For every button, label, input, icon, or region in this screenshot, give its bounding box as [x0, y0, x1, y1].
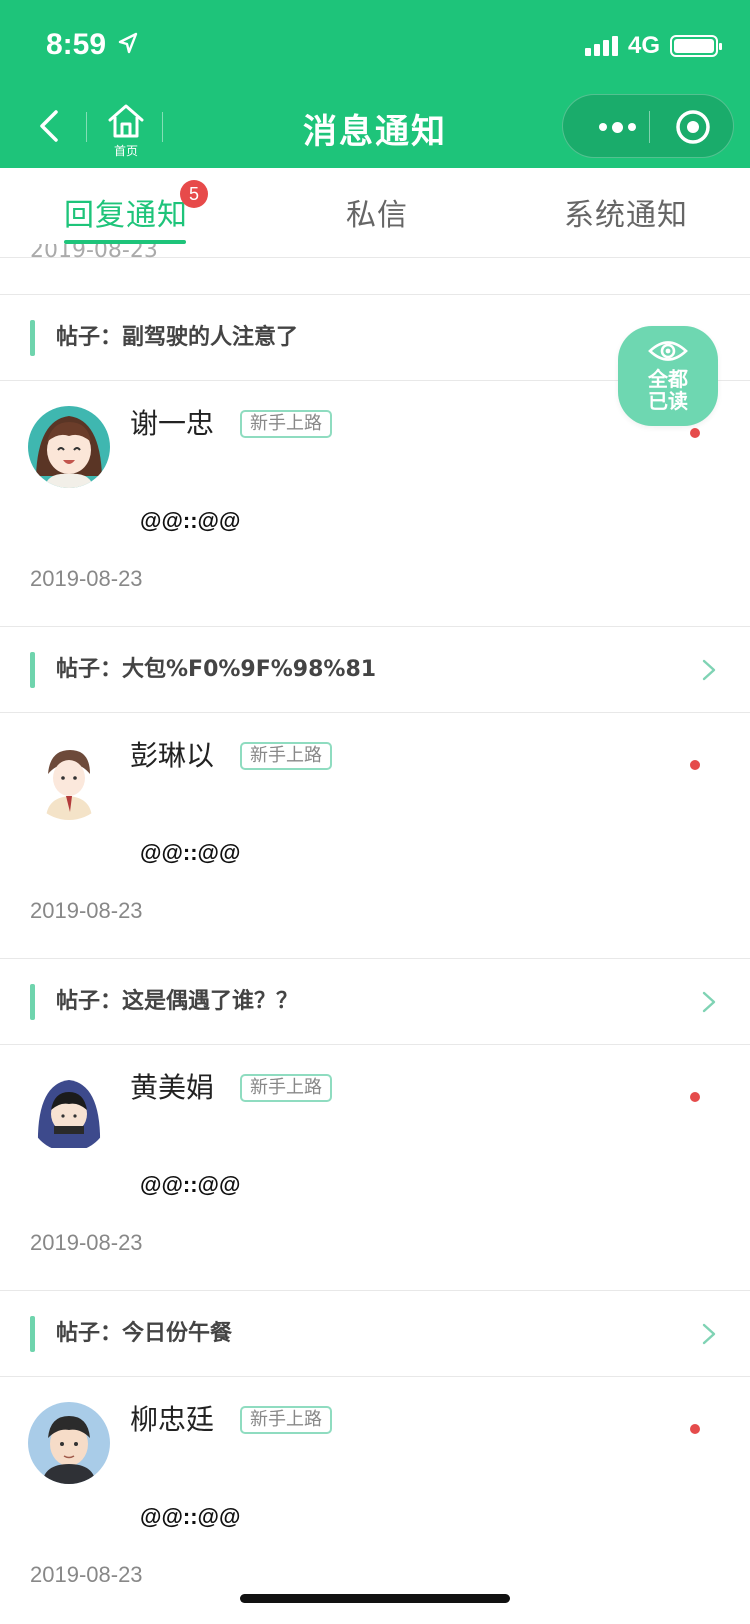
mark-all-read-label: 全都 已读: [618, 368, 718, 412]
mark-all-read-button[interactable]: 全都 已读: [618, 326, 718, 426]
avatar[interactable]: [28, 406, 110, 488]
post-link-row[interactable]: 帖子：大包%F0%9F%98%81: [0, 628, 750, 712]
reply-date: 2019-08-23: [30, 898, 143, 923]
unread-dot: [690, 1092, 700, 1102]
user-level-badge: 新手上路: [240, 1074, 332, 1102]
eye-icon: [648, 341, 688, 361]
unread-dot: [690, 428, 700, 438]
user-level-badge: 新手上路: [240, 1406, 332, 1434]
unread-dot: [690, 760, 700, 770]
username: 彭琳以: [130, 739, 215, 772]
location-arrow-icon: [118, 32, 138, 54]
tab-system-notifications[interactable]: 系统通知: [564, 190, 688, 234]
close-miniprogram-button[interactable]: [673, 107, 713, 147]
divider: [0, 1044, 750, 1045]
divider: [0, 958, 750, 959]
target-circle-icon: [676, 110, 710, 144]
mark-all-read-line1: 全都: [648, 367, 688, 391]
username: 黄美娟: [130, 1071, 215, 1104]
post-accent-bar: [30, 320, 35, 356]
header: 8:59 4G 首页 消息通知: [0, 0, 750, 168]
reply-content: @@::@@: [140, 1504, 241, 1529]
tab-reply-notifications[interactable]: 回复通知: [64, 190, 188, 234]
avatar[interactable]: [28, 1070, 110, 1152]
post-title: 帖子：大包%F0%9F%98%81: [56, 657, 377, 682]
post-title: 帖子：这是偶遇了谁？？: [56, 989, 299, 1014]
more-dots-icon: [598, 123, 607, 131]
divider: [0, 712, 750, 713]
user-level-badge: 新手上路: [240, 410, 332, 438]
reply-date: 2019-08-23: [30, 1230, 143, 1255]
divider: [0, 1376, 750, 1377]
post-accent-bar: [30, 1316, 35, 1352]
reply-item[interactable]: 柳忠廷 新手上路 @@::@@ 2019-08-23: [0, 1378, 750, 1614]
reply-content: @@::@@: [140, 840, 241, 865]
reply-date: 2019-08-23: [30, 566, 143, 591]
battery-icon: [670, 35, 722, 57]
home-indicator: [240, 1594, 510, 1603]
miniprogram-capsule: [562, 94, 734, 158]
post-link-row[interactable]: 帖子：今日份午餐: [0, 1292, 750, 1376]
network-type: 4G: [627, 32, 660, 59]
post-accent-bar: [30, 984, 35, 1020]
reply-content: @@::@@: [140, 508, 241, 533]
reply-item[interactable]: 彭琳以 新手上路 @@::@@ 2019-08-23: [0, 714, 750, 950]
post-accent-bar: [30, 652, 35, 688]
post-title: 帖子：副驾驶的人注意了: [56, 325, 299, 350]
tab-private-messages[interactable]: 私信: [346, 190, 408, 234]
username: 柳忠廷: [130, 1403, 215, 1436]
divider: [0, 626, 750, 627]
signal-icon: [584, 36, 618, 56]
status-time: 8:59: [46, 28, 107, 61]
divider: [0, 294, 750, 295]
chevron-right-icon: [702, 1323, 716, 1345]
mark-all-read-line2: 已读: [648, 389, 688, 413]
reply-item[interactable]: 黄美娟 新手上路 @@::@@ 2019-08-23: [0, 1046, 750, 1282]
avatar[interactable]: [28, 738, 110, 820]
capsule-divider: [649, 111, 650, 143]
post-title: 帖子：今日份午餐: [56, 1321, 233, 1346]
post-link-row[interactable]: 帖子：这是偶遇了谁？？: [0, 960, 750, 1044]
divider: [0, 1290, 750, 1291]
reply-content: @@::@@: [140, 1172, 241, 1197]
reply-date: 2019-08-23: [30, 1562, 143, 1587]
unread-dot: [690, 1424, 700, 1434]
avatar[interactable]: [28, 1402, 110, 1484]
status-indicators: 4G: [584, 32, 722, 60]
unread-badge: 5: [180, 180, 208, 208]
username: 谢一忠: [130, 407, 215, 440]
chevron-right-icon: [702, 991, 716, 1013]
previous-item-date: 2019-08-23: [30, 244, 158, 258]
chevron-right-icon: [702, 659, 716, 681]
more-button[interactable]: [587, 109, 647, 145]
user-level-badge: 新手上路: [240, 742, 332, 770]
